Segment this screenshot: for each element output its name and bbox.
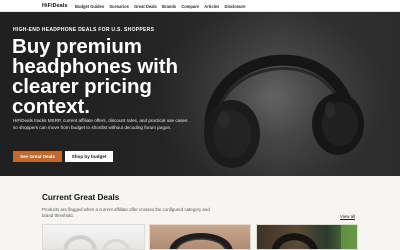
hero-eyebrow: HIGH-END HEADPHONE DEALS FOR U.S. SHOPPE… <box>13 27 155 33</box>
hero-section: HIGH-END HEADPHONE DEALS FOR U.S. SHOPPE… <box>0 12 400 176</box>
deal-card-image <box>271 225 357 249</box>
deal-card-3[interactable] <box>256 224 358 250</box>
nav-link-great-deals[interactable]: Great Deals <box>134 4 157 9</box>
deals-section-title: Current Great Deals <box>42 193 120 202</box>
nav-link-disclosure[interactable]: Disclosure <box>224 4 245 9</box>
deal-card-2[interactable] <box>149 224 251 250</box>
deals-section-description: Products are flagged when a current affi… <box>42 207 210 219</box>
deal-card-image <box>169 233 233 249</box>
view-all-link[interactable]: View all <box>340 214 355 219</box>
deal-card-image <box>63 235 130 249</box>
deal-card-1[interactable] <box>42 224 145 250</box>
nav-link-scenarios[interactable]: Scenarios <box>109 4 129 9</box>
hero-title: Buy premium headphones with clearer pric… <box>12 35 178 118</box>
site-header: HiFiDeals Budget Guides Scenarios Great … <box>0 0 400 12</box>
nav-link-articles[interactable]: Articles <box>204 4 219 9</box>
nav-link-budget-guides[interactable]: Budget Guides <box>75 4 104 9</box>
see-great-deals-button[interactable]: See Great Deals <box>13 151 62 162</box>
site-logo[interactable]: HiFiDeals <box>42 3 67 9</box>
shop-by-budget-button[interactable]: Shop by budget <box>65 151 113 162</box>
main-nav: Budget Guides Scenarios Great Deals Bran… <box>75 4 245 9</box>
nav-link-brands[interactable]: Brands <box>162 4 176 9</box>
hero-description: HiFiDeals tracks MSRP, current affiliate… <box>13 118 188 130</box>
nav-link-compare[interactable]: Compare <box>181 4 199 9</box>
